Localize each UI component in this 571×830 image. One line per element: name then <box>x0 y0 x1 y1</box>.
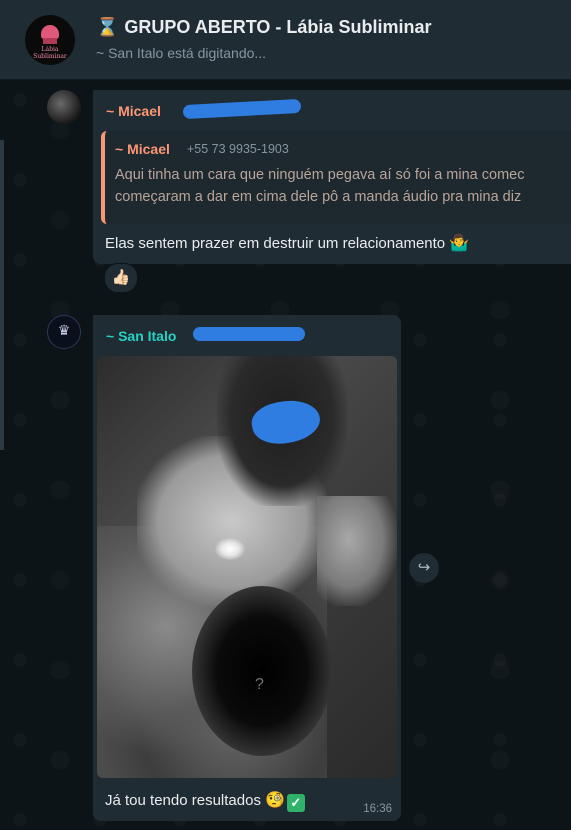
message-text: Elas sentem prazer em destruir um relaci… <box>105 233 469 253</box>
title-row[interactable]: ⌛ GRUPO ABERTO - Lábia Subliminar <box>96 14 431 40</box>
crown-icon: ♛ <box>57 322 71 338</box>
check-mark-icon: ✓ <box>286 794 305 812</box>
group-avatar-text: Lábia Subliminar <box>33 46 67 60</box>
avatar-san-italo[interactable]: ♛ <box>47 315 81 349</box>
group-title: GRUPO ABERTO - Lábia Subliminar <box>124 16 432 37</box>
message-body: Já tou tendo resultados <box>105 792 261 809</box>
typing-status: ~ San Italo está digitando... <box>96 45 267 61</box>
message-time: 16:36 <box>363 803 392 815</box>
message-text: Já tou tendo resultados 🧐 ✓ <box>105 790 305 812</box>
sender-name[interactable]: ~ Micael <box>106 103 161 119</box>
message-photo[interactable]: ? <box>97 356 397 778</box>
quoted-sender: ~ Micael <box>115 141 170 157</box>
scrollbar[interactable] <box>0 140 4 450</box>
face-blackout <box>192 586 332 756</box>
forward-icon[interactable]: ↪ <box>409 553 439 583</box>
hourglass-icon: ⌛ <box>96 16 119 37</box>
quoted-message[interactable]: ~ Micael +55 73 9935-1903 Aqui tinha um … <box>101 131 571 224</box>
quoted-text: Aqui tinha um cara que ninguém pegava aí… <box>115 164 571 208</box>
shrug-emoji-icon: 🤷‍♂️ <box>449 235 470 252</box>
quoted-line: começaram a dar em cima dele pô a manda … <box>115 189 522 205</box>
cupcake-base <box>43 38 57 44</box>
chat-header[interactable]: Lábia Subliminar ⌛ GRUPO ABERTO - Lábia … <box>0 0 571 80</box>
photo-heart-sticker <box>215 538 245 560</box>
question-mark-icon: ? <box>255 676 264 693</box>
message-bubble-san-italo[interactable]: ~ San Italo ? Já tou tendo resultados 🧐 ✓ … <box>93 315 401 821</box>
sender-name[interactable]: ~ San Italo <box>106 328 176 344</box>
redaction-scribble <box>182 98 302 120</box>
group-avatar[interactable]: Lábia Subliminar <box>25 15 75 65</box>
quoted-line: Aqui tinha um cara que ninguém pegava aí… <box>115 167 525 183</box>
photo-arm <box>317 496 397 606</box>
reaction-thumbs-up-icon[interactable]: 👍🏻 <box>104 263 138 293</box>
redaction-scribble <box>193 327 305 341</box>
message-bubble-micael[interactable]: ~ Micael ~ Micael +55 73 9935-1903 Aqui … <box>93 90 571 264</box>
quoted-phone: +55 73 9935-1903 <box>187 142 289 156</box>
cupcake-icon <box>41 25 59 39</box>
message-body: Elas sentem prazer em destruir um relaci… <box>105 235 446 252</box>
monocle-emoji-icon: 🧐 <box>264 792 285 809</box>
avatar-micael[interactable] <box>47 90 81 124</box>
